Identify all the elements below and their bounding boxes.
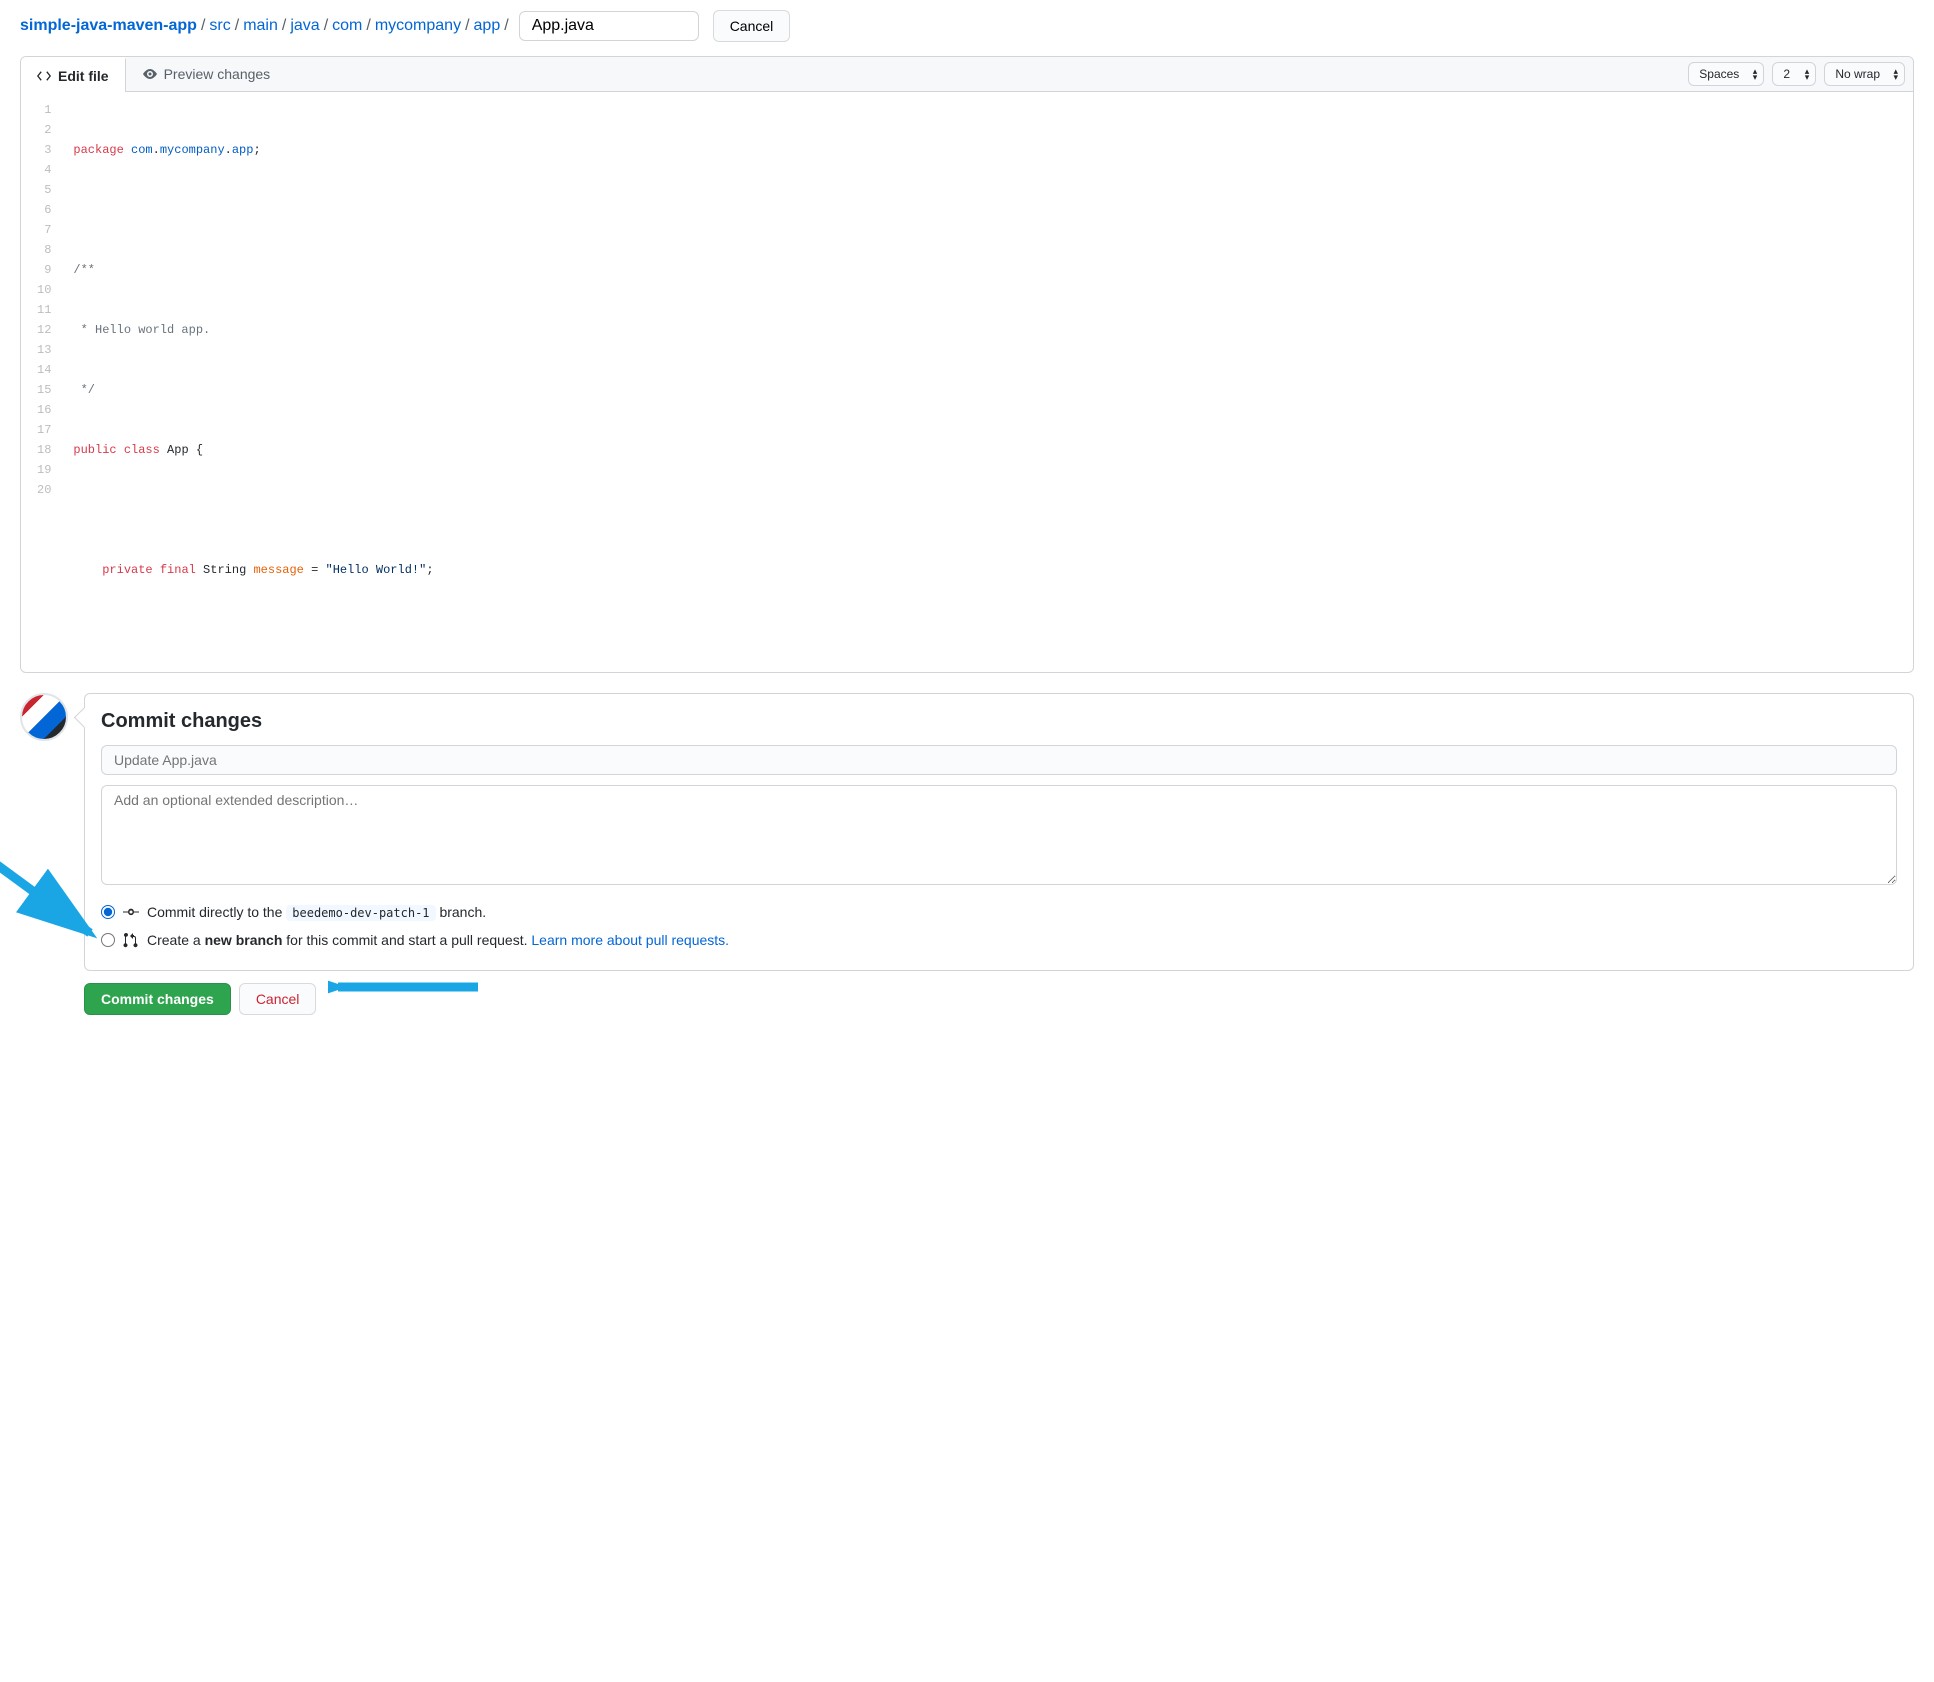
commit-changes-button[interactable]: Commit changes: [84, 983, 231, 1015]
commit-option-direct[interactable]: Commit directly to the beedemo-dev-patch…: [101, 898, 1897, 926]
git-pull-request-icon: [123, 932, 139, 948]
breadcrumb-part-2[interactable]: java: [290, 17, 319, 35]
commit-summary-input[interactable]: [101, 745, 1897, 775]
select-arrows-icon: ▴▾: [1805, 68, 1810, 80]
indent-mode-select[interactable]: Spaces ▴▾: [1688, 62, 1764, 86]
breadcrumb-part-0[interactable]: src: [209, 17, 230, 35]
breadcrumb-part-3[interactable]: com: [332, 17, 362, 35]
tab-preview-label: Preview changes: [164, 66, 271, 82]
breadcrumb-part-5[interactable]: app: [474, 17, 501, 35]
indent-size-select[interactable]: 2 ▴▾: [1772, 62, 1816, 86]
code-editor[interactable]: 1234567891011121314151617181920 package …: [21, 92, 1913, 672]
commit-radio-new-branch[interactable]: [101, 933, 115, 947]
select-arrows-icon: ▴▾: [1893, 68, 1898, 80]
code-icon: [36, 68, 52, 84]
editor-tabnav: Edit file Preview changes Spaces ▴▾ 2 ▴▾…: [21, 57, 1913, 92]
learn-more-link[interactable]: Learn more about pull requests.: [531, 932, 729, 948]
breadcrumb-repo[interactable]: simple-java-maven-app: [20, 17, 197, 35]
cancel-button-top[interactable]: Cancel: [713, 10, 791, 42]
breadcrumb: simple-java-maven-app / src / main / jav…: [20, 10, 1914, 42]
cancel-commit-button[interactable]: Cancel: [239, 983, 317, 1015]
commit-section: Commit changes Commit directly to the be…: [20, 693, 1914, 971]
eye-icon: [142, 66, 158, 82]
commit-box: Commit changes Commit directly to the be…: [84, 693, 1914, 971]
tab-edit-file[interactable]: Edit file: [20, 57, 126, 92]
avatar: [20, 693, 68, 741]
tab-preview-changes[interactable]: Preview changes: [126, 58, 287, 90]
tab-edit-label: Edit file: [58, 68, 109, 84]
annotation-arrow-button: [328, 977, 478, 997]
editor-panel: Edit file Preview changes Spaces ▴▾ 2 ▴▾…: [20, 56, 1914, 673]
breadcrumb-part-4[interactable]: mycompany: [375, 17, 461, 35]
branch-chip: beedemo-dev-patch-1: [286, 905, 435, 921]
wrap-mode-select[interactable]: No wrap ▴▾: [1824, 62, 1905, 86]
breadcrumb-part-1[interactable]: main: [243, 17, 278, 35]
breadcrumb-sep: /: [197, 17, 209, 35]
select-arrows-icon: ▴▾: [1753, 68, 1758, 80]
code-content[interactable]: package com.mycompany.app; /** * Hello w…: [67, 92, 1913, 672]
line-number-gutter: 1234567891011121314151617181920: [21, 92, 67, 672]
commit-option-new-branch[interactable]: Create a new branch for this commit and …: [101, 926, 1897, 954]
commit-radio-direct[interactable]: [101, 905, 115, 919]
commit-heading: Commit changes: [101, 710, 1897, 733]
git-commit-icon: [123, 904, 139, 920]
filename-input[interactable]: [519, 11, 699, 41]
commit-actions: Commit changes Cancel: [84, 983, 1914, 1015]
commit-description-input[interactable]: [101, 785, 1897, 885]
